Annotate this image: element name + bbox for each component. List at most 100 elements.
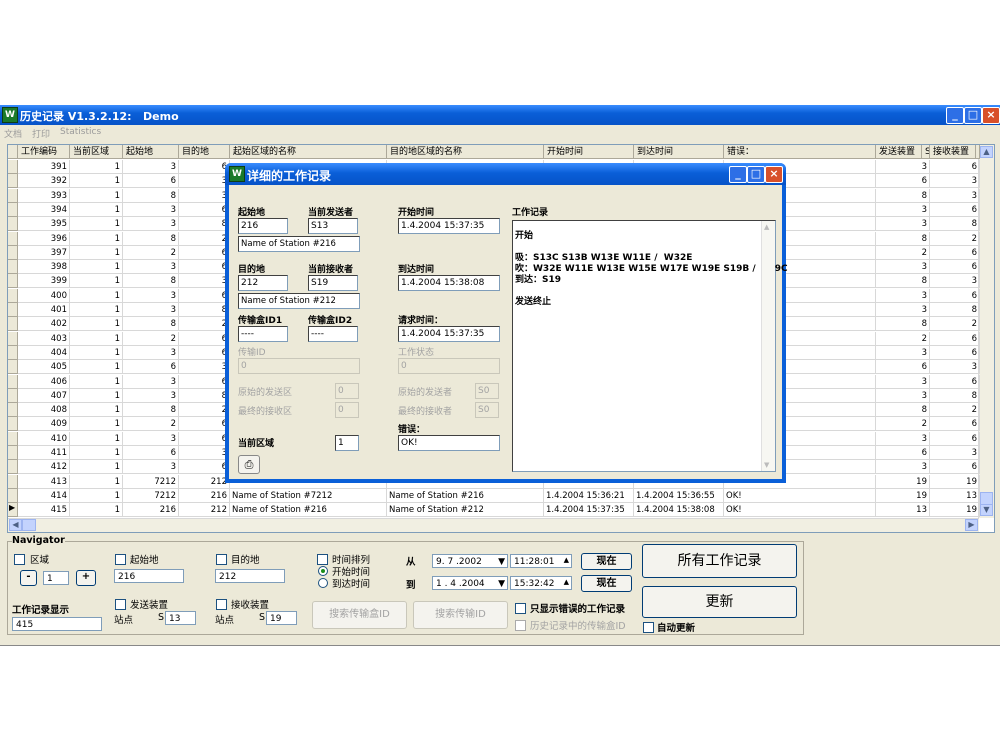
to-time-spinner[interactable]: 15:32:42 ▲ — [510, 576, 572, 590]
orig-send-area-field[interactable]: 0 — [335, 383, 359, 399]
title-bar[interactable]: W 历史记录 V1.3.2.12: Demo _ □ × — [0, 105, 1000, 125]
column-header[interactable]: 起始地 — [123, 145, 179, 159]
receiver-checkbox[interactable] — [216, 599, 227, 610]
row-selector[interactable] — [8, 360, 18, 375]
arrive-time-field[interactable]: 1.4.2004 15:38:08 — [398, 275, 500, 291]
column-header[interactable]: 目的地 — [179, 145, 230, 159]
column-header[interactable]: S — [922, 145, 930, 159]
column-header[interactable]: 目的地区域的名称 — [387, 145, 544, 159]
column-header[interactable]: 开始时间 — [544, 145, 634, 159]
column-header[interactable]: 错误： — [724, 145, 876, 159]
origin-name-field[interactable]: Name of Station #216 — [238, 236, 360, 252]
row-selector[interactable] — [8, 274, 18, 289]
sender-input[interactable]: 13 — [165, 611, 196, 625]
dest-input[interactable]: 212 — [215, 569, 285, 583]
now-from-button[interactable]: 现在 — [581, 553, 632, 570]
menu-document[interactable]: 文档 — [4, 127, 22, 140]
spinner-icon[interactable]: ▲ — [564, 555, 569, 567]
orig-sender-field[interactable]: S0 — [475, 383, 499, 399]
column-header[interactable]: 起始区域的名称 — [230, 145, 387, 159]
all-records-button[interactable]: 所有工作记录 — [642, 544, 797, 578]
to-date-picker[interactable]: 1 . 4 .2004 ▼ — [432, 576, 508, 590]
row-selector[interactable] — [8, 374, 18, 389]
horizontal-scrollbar[interactable]: ◀ ▶ — [8, 518, 979, 532]
hscroll-thumb[interactable] — [22, 519, 36, 531]
dest-checkbox[interactable] — [216, 554, 227, 565]
row-selector[interactable] — [8, 388, 18, 403]
dropdown-icon[interactable]: ▼ — [498, 577, 505, 589]
row-selector[interactable]: ▶ — [8, 503, 18, 518]
error-field[interactable]: OK! — [398, 435, 500, 451]
column-header[interactable]: 工作编码 — [18, 145, 70, 159]
search-box-id-button[interactable]: 搜索传输盒ID — [312, 601, 407, 629]
record-display-input[interactable]: 415 — [12, 617, 102, 631]
final-recv-area-field[interactable]: 0 — [335, 402, 359, 418]
dialog-maximize-button[interactable]: □ — [747, 166, 765, 183]
auto-refresh-checkbox[interactable] — [643, 622, 654, 633]
dest-field[interactable]: 212 — [238, 275, 288, 291]
row-selector[interactable] — [8, 303, 18, 317]
row-selector[interactable] — [8, 345, 18, 360]
row-selector[interactable] — [8, 260, 18, 275]
final-receiver-field[interactable]: S0 — [475, 402, 499, 418]
refresh-button[interactable]: 更新 — [642, 586, 797, 618]
row-selector[interactable] — [8, 431, 18, 446]
history-box-checkbox[interactable] — [515, 620, 526, 631]
close-button[interactable]: × — [982, 107, 1000, 124]
minimize-button[interactable]: _ — [946, 107, 964, 124]
row-selector[interactable] — [8, 288, 18, 303]
row-selector[interactable] — [8, 331, 18, 346]
trans-id-field[interactable]: 0 — [238, 358, 360, 374]
area-plus-button[interactable]: + — [76, 570, 96, 586]
work-state-field[interactable]: 0 — [398, 358, 500, 374]
start-time-radio[interactable] — [318, 566, 328, 576]
origin-field[interactable]: 216 — [238, 218, 288, 234]
time-sort-checkbox[interactable] — [317, 554, 328, 565]
scroll-up-icon[interactable]: ▲ — [980, 146, 993, 158]
box-id1-field[interactable]: ---- — [238, 326, 288, 342]
current-receiver-field[interactable]: S19 — [308, 275, 358, 291]
column-header[interactable]: 发送装置 — [876, 145, 922, 159]
origin-checkbox[interactable] — [115, 554, 126, 565]
row-selector[interactable] — [8, 174, 18, 189]
area-checkbox[interactable] — [14, 554, 25, 565]
row-selector[interactable] — [8, 474, 18, 489]
scroll-left-icon[interactable]: ◀ — [9, 519, 22, 531]
now-to-button[interactable]: 现在 — [581, 575, 632, 592]
from-time-spinner[interactable]: 11:28:01 ▲ — [510, 554, 572, 568]
row-selector[interactable] — [8, 231, 18, 246]
area-input[interactable]: 1 — [43, 571, 69, 585]
origin-input[interactable]: 216 — [114, 569, 184, 583]
scroll-down-icon[interactable]: ▼ — [764, 461, 769, 469]
maximize-button[interactable]: □ — [964, 107, 982, 124]
start-time-field[interactable]: 1.4.2004 15:37:35 — [398, 218, 500, 234]
dialog-close-button[interactable]: × — [765, 166, 783, 183]
row-selector[interactable] — [8, 460, 18, 475]
spinner-icon[interactable]: ▲ — [564, 577, 569, 589]
current-area-field[interactable]: 1 — [335, 435, 359, 451]
column-header[interactable]: 接收装置 — [930, 145, 976, 159]
receiver-input[interactable]: 19 — [266, 611, 297, 625]
search-trans-id-button[interactable]: 搜索传输ID — [413, 601, 508, 629]
row-selector[interactable] — [8, 446, 18, 460]
row-selector[interactable] — [8, 317, 18, 332]
box-id2-field[interactable]: ---- — [308, 326, 358, 342]
dialog-minimize-button[interactable]: _ — [729, 166, 747, 183]
dest-name-field[interactable]: Name of Station #212 — [238, 293, 360, 309]
row-selector[interactable] — [8, 245, 18, 260]
scroll-down-icon[interactable]: ▼ — [980, 504, 993, 516]
memo-scrollbar[interactable]: ▲ ▼ — [761, 221, 775, 471]
area-minus-button[interactable]: - — [20, 570, 37, 586]
row-selector[interactable] — [8, 160, 18, 174]
menu-print[interactable]: 打印 — [32, 127, 50, 140]
scroll-up-icon[interactable]: ▲ — [764, 223, 769, 231]
vertical-scrollbar[interactable]: ▲ ▼ — [978, 145, 994, 518]
scroll-right-icon[interactable]: ▶ — [965, 519, 978, 531]
arrive-time-radio[interactable] — [318, 578, 328, 588]
dropdown-icon[interactable]: ▼ — [498, 555, 505, 567]
request-time-field[interactable]: 1.4.2004 15:37:35 — [398, 326, 500, 342]
sender-checkbox[interactable] — [115, 599, 126, 610]
row-selector[interactable] — [8, 403, 18, 418]
column-header[interactable]: 当前区域 — [70, 145, 123, 159]
menu-statistics[interactable]: Statistics — [60, 127, 101, 137]
